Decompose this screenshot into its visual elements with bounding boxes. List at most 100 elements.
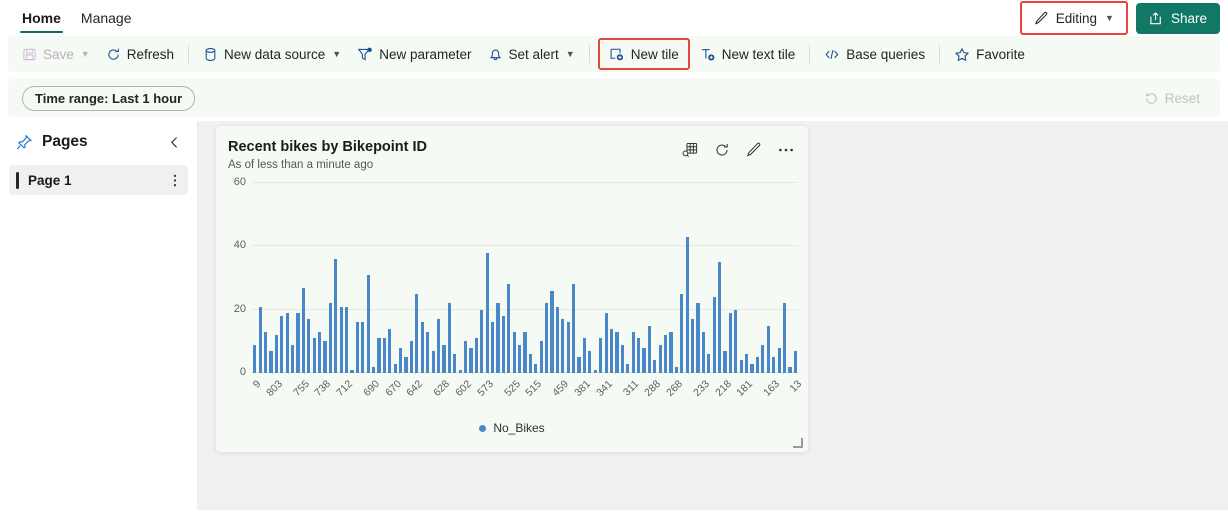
chart-bar[interactable] <box>701 331 706 373</box>
chart-bar[interactable] <box>653 360 657 373</box>
chart-bar[interactable] <box>609 328 614 373</box>
chart-bar[interactable] <box>669 331 673 373</box>
chart-bar[interactable] <box>496 303 500 373</box>
chart-bar[interactable] <box>285 312 289 373</box>
set-alert-button[interactable]: Set alert ▼ <box>480 40 583 68</box>
chart-bar[interactable] <box>426 331 430 373</box>
chart-bar[interactable] <box>350 369 354 373</box>
chart-bar[interactable] <box>550 290 554 373</box>
time-range-picker[interactable]: Time range: Last 1 hour <box>22 85 196 111</box>
chart-bar[interactable] <box>782 303 787 373</box>
chart-bar[interactable] <box>793 350 797 373</box>
new-data-source-button[interactable]: New data source ▼ <box>195 40 349 68</box>
chart-bar[interactable] <box>712 297 716 373</box>
refresh-icon[interactable] <box>712 140 732 160</box>
chart-bar[interactable] <box>761 344 765 373</box>
chart-bar[interactable] <box>599 338 603 373</box>
chart-bar[interactable] <box>328 303 332 373</box>
chart-bar[interactable] <box>647 325 651 373</box>
base-queries-button[interactable]: Base queries <box>816 40 933 68</box>
chart-bar[interactable] <box>696 303 700 373</box>
tab-home[interactable]: Home <box>12 0 71 36</box>
chart-bar[interactable] <box>685 236 689 373</box>
chart-bar[interactable] <box>680 293 684 373</box>
chart-bar-cell[interactable] <box>793 183 798 373</box>
chart-bar[interactable] <box>663 335 668 373</box>
chart-bar[interactable] <box>366 274 370 373</box>
chart-bar[interactable] <box>323 341 327 373</box>
chart-bar[interactable] <box>777 347 781 373</box>
chart-bar[interactable] <box>317 331 322 373</box>
chart-bar[interactable] <box>420 322 424 373</box>
tile-resize-handle[interactable] <box>793 438 803 448</box>
chart-bar[interactable] <box>582 338 587 373</box>
chart-bar[interactable] <box>707 354 711 373</box>
chart-bar[interactable] <box>415 293 419 373</box>
chart-bar[interactable] <box>534 363 538 373</box>
dashboard-tile[interactable]: Recent bikes by Bikepoint ID As of less … <box>215 125 809 453</box>
chart-bar[interactable] <box>620 344 624 373</box>
chart-bar[interactable] <box>566 322 570 373</box>
chart-bar[interactable] <box>658 344 662 373</box>
chart-bar[interactable] <box>728 312 733 373</box>
chart-bar[interactable] <box>750 363 754 373</box>
chart-bar[interactable] <box>345 306 349 373</box>
chart-bar[interactable] <box>458 369 462 373</box>
sidebar-item-page-1[interactable]: Page 1 <box>9 165 188 195</box>
chart-bar[interactable] <box>572 284 576 373</box>
chart-bar[interactable] <box>766 325 770 373</box>
chart-bar[interactable] <box>442 344 446 373</box>
chart-bar[interactable] <box>269 350 273 373</box>
new-tile-button[interactable]: New tile <box>601 40 687 68</box>
chart-bar[interactable] <box>577 357 581 373</box>
chart-bar[interactable] <box>490 322 495 373</box>
chart-bar[interactable] <box>674 366 678 373</box>
collapse-sidebar-button[interactable] <box>164 134 185 151</box>
new-parameter-button[interactable]: New parameter <box>349 40 479 68</box>
explore-data-icon[interactable] <box>680 140 700 160</box>
chart-bar[interactable] <box>436 319 441 373</box>
chart-bar[interactable] <box>507 284 511 373</box>
chart-bar[interactable] <box>539 341 543 373</box>
chart-bar[interactable] <box>312 338 316 373</box>
chart-bar[interactable] <box>755 357 760 373</box>
reset-button[interactable]: Reset <box>1138 91 1206 106</box>
chart-bar[interactable] <box>453 354 457 373</box>
chart-bar[interactable] <box>431 350 435 373</box>
chart-bar[interactable] <box>691 319 695 373</box>
chart-bar[interactable] <box>258 306 262 373</box>
chart-bar[interactable] <box>334 259 338 373</box>
chart-bar[interactable] <box>626 363 630 373</box>
chart-bar[interactable] <box>388 328 392 373</box>
chart-bar[interactable] <box>307 319 311 373</box>
chart-bar[interactable] <box>274 335 278 373</box>
chart-bar[interactable] <box>474 338 478 373</box>
chart-bar[interactable] <box>523 331 527 373</box>
chart-bar[interactable] <box>561 319 565 373</box>
editing-mode-button[interactable]: Editing ▼ <box>1022 4 1125 32</box>
chart-bar[interactable] <box>480 309 484 373</box>
chart-bar[interactable] <box>723 350 727 373</box>
chart-bar[interactable] <box>604 312 608 373</box>
refresh-button[interactable]: Refresh <box>98 40 182 68</box>
page-1-more-button[interactable] <box>171 173 179 188</box>
tab-manage[interactable]: Manage <box>71 0 142 36</box>
chart-bar[interactable] <box>280 316 284 373</box>
chart-bar[interactable] <box>469 347 473 373</box>
chart-bar[interactable] <box>518 344 522 373</box>
more-icon[interactable] <box>776 145 796 155</box>
chart-bar[interactable] <box>253 344 257 373</box>
chart-bar[interactable] <box>263 331 268 373</box>
chart-bar[interactable] <box>593 369 597 373</box>
chart-bar[interactable] <box>501 316 505 373</box>
chart-bar[interactable] <box>399 347 403 373</box>
chart-bar[interactable] <box>382 338 387 373</box>
chart-bar[interactable] <box>393 363 397 373</box>
chart-bar[interactable] <box>718 262 722 373</box>
chart-bar[interactable] <box>636 338 641 373</box>
chart-bar[interactable] <box>642 347 646 373</box>
chart-bar[interactable] <box>555 306 560 373</box>
chart-bar[interactable] <box>788 366 792 373</box>
chart-bar[interactable] <box>588 350 592 373</box>
chart-bar[interactable] <box>739 360 743 373</box>
